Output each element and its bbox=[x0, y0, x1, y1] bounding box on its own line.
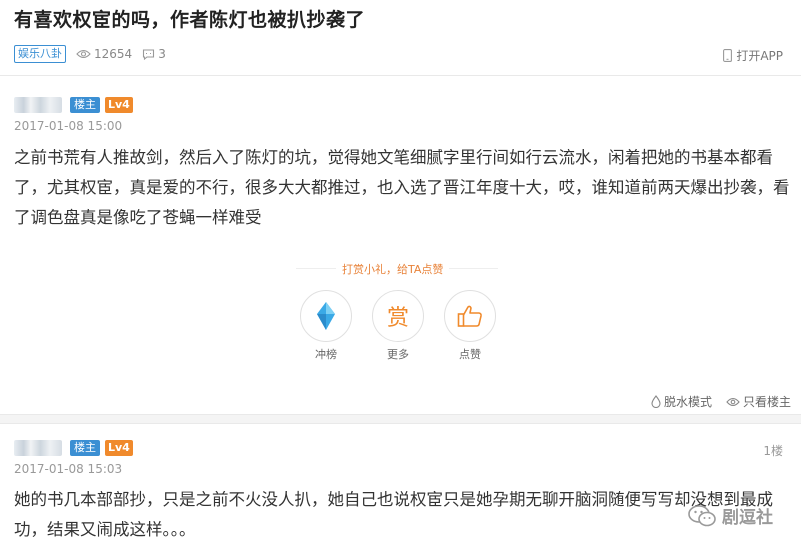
only-host-label: 只看楼主 bbox=[742, 395, 791, 409]
dewater-mode-button[interactable]: 脱水模式 bbox=[651, 393, 712, 410]
level-badge: Lv4 bbox=[105, 97, 133, 113]
views-value: 12654 bbox=[94, 47, 133, 61]
reply-content: 她的书几本部部抄，只是之前不火没人扒，她自己也说权宦只是她孕期无聊开脑洞随便写写… bbox=[14, 490, 773, 539]
open-app-label: 打开APP bbox=[736, 49, 783, 63]
header-divider bbox=[0, 75, 801, 76]
post-title: 有喜欢权宦的吗，作者陈灯也被扒抄袭了 bbox=[14, 9, 366, 31]
floor-number: 1楼 bbox=[763, 444, 783, 458]
level-badge: Lv4 bbox=[105, 440, 133, 456]
water-drop-icon bbox=[651, 395, 661, 408]
eye-icon bbox=[76, 49, 91, 59]
diamond-icon bbox=[317, 302, 335, 330]
reward-icon: 赏 bbox=[386, 306, 409, 331]
rank-boost-label: 冲榜 bbox=[315, 348, 337, 361]
post-timestamp: 2017-01-08 15:00 bbox=[14, 119, 123, 133]
post-separator bbox=[0, 414, 801, 424]
reward-title: 打赏小礼，给TA点赞 bbox=[336, 261, 450, 277]
eye-icon bbox=[726, 397, 740, 406]
category-tag[interactable]: 娱乐八卦 bbox=[14, 45, 66, 63]
wechat-icon bbox=[688, 504, 716, 526]
host-badge: 楼主 bbox=[70, 97, 100, 113]
post-meta: 娱乐八卦 12654 3 bbox=[14, 44, 166, 64]
reward-button[interactable]: 赏 bbox=[372, 290, 424, 342]
watermark-text: 剧逗社 bbox=[722, 508, 773, 528]
post-footer-actions: 脱水模式 只看楼主 bbox=[637, 393, 791, 410]
watermark: 剧逗社 bbox=[688, 503, 773, 528]
open-app-button[interactable]: 打开APP bbox=[723, 47, 783, 64]
author-name-blurred bbox=[14, 440, 62, 456]
host-badge: 楼主 bbox=[70, 440, 100, 456]
comment-icon bbox=[143, 48, 155, 60]
author-name-blurred bbox=[14, 97, 62, 113]
comments-value: 3 bbox=[158, 47, 166, 61]
views-count: 12654 bbox=[76, 47, 132, 61]
like-button[interactable] bbox=[444, 290, 496, 342]
thumbs-up-icon bbox=[457, 305, 482, 327]
post-content: 之前书荒有人推故剑，然后入了陈灯的坑，觉得她文笔细腻字里行间如行云流水，闲着把她… bbox=[14, 148, 790, 227]
dewater-mode-label: 脱水模式 bbox=[663, 395, 712, 409]
rank-boost-button[interactable] bbox=[300, 290, 352, 342]
reply-author[interactable]: 楼主 Lv4 bbox=[14, 440, 133, 456]
only-host-button[interactable]: 只看楼主 bbox=[726, 393, 791, 410]
post-author[interactable]: 楼主 Lv4 bbox=[14, 97, 133, 113]
comments-count: 3 bbox=[142, 47, 166, 61]
reply-timestamp: 2017-01-08 15:03 bbox=[14, 462, 123, 476]
like-label: 点赞 bbox=[459, 348, 481, 361]
phone-icon bbox=[723, 49, 733, 62]
reward-more-label: 更多 bbox=[387, 348, 409, 361]
